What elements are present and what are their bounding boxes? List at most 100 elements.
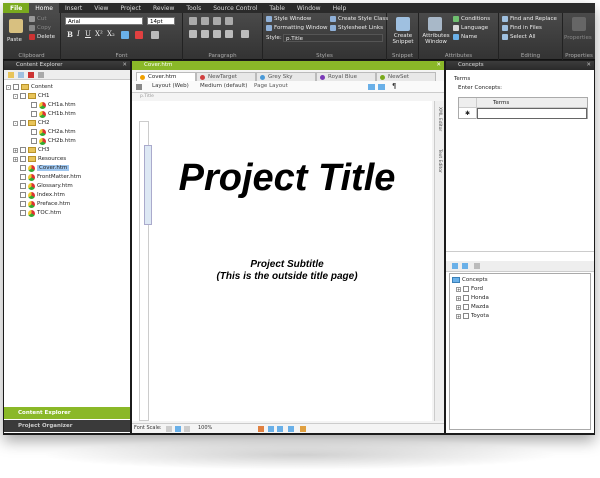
align-right-icon[interactable] — [213, 30, 221, 38]
checkbox[interactable] — [20, 201, 26, 207]
name-icon[interactable] — [453, 34, 459, 40]
checkbox[interactable] — [31, 138, 37, 144]
document-canvas[interactable]: Project Title Project Subtitle (This is … — [132, 101, 432, 421]
close-icon[interactable]: ✕ — [122, 61, 127, 70]
checkbox[interactable] — [463, 295, 469, 301]
properties-icon[interactable] — [572, 17, 586, 31]
table-icon[interactable] — [241, 30, 249, 38]
numbered-list-icon[interactable] — [201, 17, 209, 25]
create-style-class-icon[interactable] — [330, 16, 336, 22]
view-mode-icon[interactable] — [368, 84, 375, 90]
xml-editor-tab[interactable]: XML Editor — [437, 107, 442, 131]
tree-item-concepts-root[interactable]: Concepts — [452, 276, 488, 284]
create-style-class-button[interactable]: Create Style Class — [338, 16, 388, 22]
expand-icon[interactable]: + — [456, 304, 461, 310]
content-explorer-tab[interactable]: Content Explorer — [4, 407, 130, 419]
checkbox[interactable] — [20, 192, 26, 198]
align-center-icon[interactable] — [201, 30, 209, 38]
outdent-icon[interactable] — [213, 17, 221, 25]
doc-subtitle-1[interactable]: Project Subtitle — [132, 259, 442, 270]
page-icon[interactable] — [136, 84, 142, 90]
expand-icon[interactable]: + — [456, 313, 461, 319]
find-replace-button[interactable]: Find and Replace — [510, 16, 557, 22]
tree-item-honda[interactable]: + Honda — [456, 294, 489, 302]
tab-newset[interactable]: NewSet — [376, 72, 436, 81]
language-button[interactable]: Language — [461, 25, 488, 31]
checkbox[interactable] — [463, 313, 469, 319]
tree-item-ford[interactable]: + Ford — [456, 285, 483, 293]
medium-select[interactable]: Medium (default) — [200, 83, 247, 89]
tree-item-preface[interactable]: Preface.htm — [20, 200, 70, 208]
checkbox[interactable] — [31, 129, 37, 135]
layout-select[interactable]: Layout (Web) — [152, 83, 189, 89]
name-button[interactable]: Name — [461, 34, 477, 40]
formatting-window-button[interactable]: Formatting Window — [274, 25, 327, 31]
tree-item-frontmatter[interactable]: FrontMatter.htm — [20, 173, 81, 181]
tree-item-ch3[interactable]: + CH3 — [13, 146, 49, 154]
tracking-icon[interactable] — [258, 426, 264, 432]
checkbox[interactable] — [20, 93, 26, 99]
checkbox[interactable] — [20, 147, 26, 153]
checkbox[interactable] — [13, 84, 19, 90]
collapse-icon[interactable]: - — [6, 84, 11, 90]
menu-home[interactable]: Home — [29, 3, 59, 13]
menu-tools[interactable]: Tools — [180, 3, 207, 13]
close-icon[interactable]: ✕ — [436, 61, 441, 70]
zoom-select[interactable]: 100% — [198, 425, 212, 431]
tab-grey-sky[interactable]: Grey Sky — [256, 72, 316, 81]
checkbox[interactable] — [20, 210, 26, 216]
checkbox[interactable] — [463, 304, 469, 310]
scale-large-icon[interactable] — [184, 426, 190, 432]
lock-icon[interactable] — [300, 426, 306, 432]
checkbox[interactable] — [31, 102, 37, 108]
select-all-button[interactable]: Select All — [510, 34, 536, 40]
checkbox[interactable] — [20, 174, 26, 180]
attributes-window-button[interactable]: Attributes Window — [421, 33, 451, 45]
tree-item-ch2a[interactable]: CH2a.htm — [31, 128, 76, 136]
view-icon[interactable] — [277, 426, 283, 432]
italic-button[interactable]: I — [77, 30, 80, 38]
close-icon[interactable]: ✕ — [586, 61, 591, 70]
tree-item-cover[interactable]: Cover.htm — [20, 164, 70, 172]
create-snippet-button[interactable]: Create Snippet — [389, 33, 417, 45]
copy-button[interactable]: Copy — [37, 25, 51, 31]
align-left-icon[interactable] — [189, 30, 197, 38]
clear-format-icon[interactable] — [151, 31, 159, 39]
properties-button[interactable]: Properties — [564, 35, 592, 41]
tree-item-ch1a[interactable]: CH1a.htm — [31, 101, 76, 109]
scale-small-icon[interactable] — [166, 426, 172, 432]
pilcrow-icon[interactable]: ¶ — [392, 82, 396, 90]
menu-window[interactable]: Window — [291, 3, 327, 13]
collapse-icon[interactable]: - — [13, 93, 18, 99]
create-snippet-icon[interactable] — [396, 17, 410, 31]
tab-newtarget[interactable]: NewTarget — [196, 72, 256, 81]
style-window-button[interactable]: Style Window — [274, 16, 311, 22]
highlight-icon[interactable] — [121, 31, 129, 39]
conditions-button[interactable]: Conditions — [461, 16, 490, 22]
tab-cover[interactable]: Cover.htm — [136, 72, 196, 81]
subscript-button[interactable]: X₂ — [107, 30, 115, 38]
tree-item-ch2b[interactable]: CH2b.htm — [31, 137, 76, 145]
find-in-files-icon[interactable] — [502, 25, 508, 31]
new-concept-icon[interactable] — [452, 263, 458, 269]
checkbox[interactable] — [31, 111, 37, 117]
text-editor-tab[interactable]: Text Editor — [437, 149, 442, 173]
font-color-icon[interactable] — [135, 31, 143, 39]
new-folder-icon[interactable] — [8, 72, 14, 78]
tree-item-index[interactable]: Index.htm — [20, 191, 65, 199]
menu-help[interactable]: Help — [327, 3, 353, 13]
terms-column-header[interactable]: Terms — [477, 98, 587, 108]
view-mode-icon[interactable] — [378, 84, 385, 90]
expand-icon[interactable]: + — [456, 295, 461, 301]
scale-medium-icon[interactable] — [175, 426, 181, 432]
font-size-select[interactable]: 14pt — [147, 17, 175, 25]
menu-source-control[interactable]: Source Control — [207, 3, 263, 13]
tree-item-ch1b[interactable]: CH1b.htm — [31, 110, 76, 118]
expand-icon[interactable]: + — [13, 147, 18, 153]
font-family-select[interactable]: Arial — [65, 17, 143, 25]
collapse-icon[interactable]: - — [13, 120, 18, 126]
doc-subtitle-2[interactable]: (This is the outside title page) — [132, 271, 442, 282]
underline-button[interactable]: U — [85, 30, 91, 38]
formatting-window-icon[interactable] — [266, 25, 272, 31]
checkbox[interactable] — [20, 165, 26, 171]
